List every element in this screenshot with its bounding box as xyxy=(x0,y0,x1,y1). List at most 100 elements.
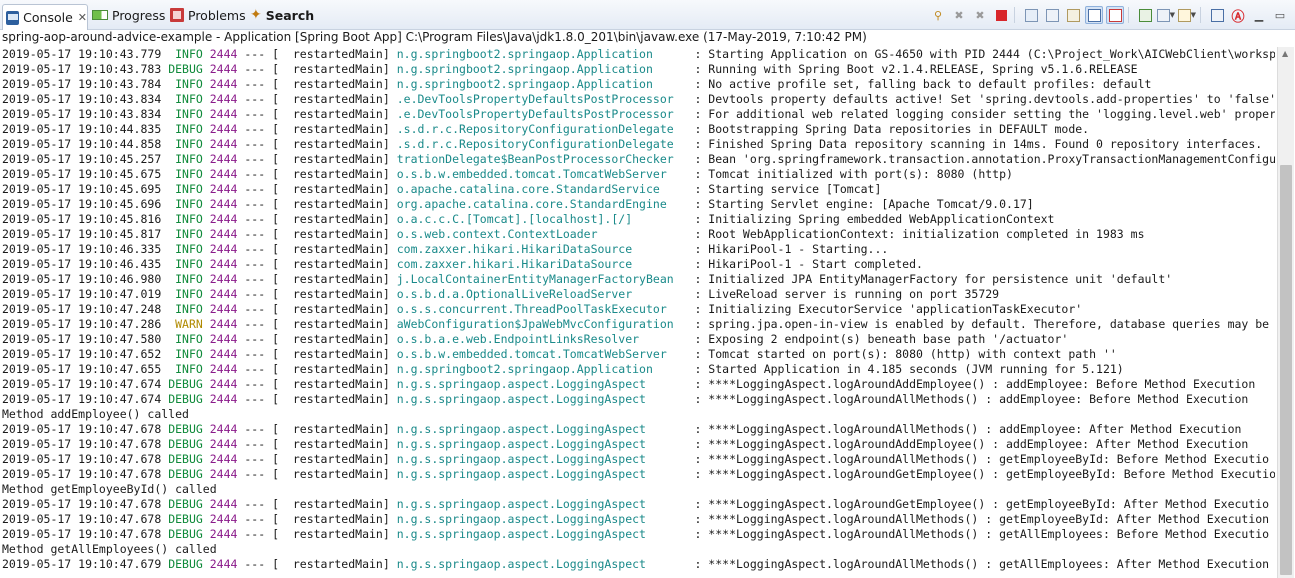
log-pid: 2444 xyxy=(209,437,238,451)
log-thread: restartedMain] xyxy=(279,122,390,136)
show-stderr-icon[interactable] xyxy=(1106,6,1124,24)
log-logger: .s.d.r.c.RepositoryConfigurationDelegate xyxy=(396,122,688,136)
maximize-icon[interactable]: ▭ xyxy=(1271,6,1289,24)
log-level: DEBUG xyxy=(168,62,203,76)
toolbar-separator xyxy=(1128,7,1129,23)
log-message: : Starting service [Tomcat] xyxy=(694,182,882,196)
scroll-lock-icon[interactable] xyxy=(1043,6,1061,24)
log-thread: restartedMain] xyxy=(279,272,390,286)
log-message: : ****LoggingAspect.logAroundGetEmployee… xyxy=(694,467,1275,481)
log-timestamp: 2019-05-17 19:10:45.696 xyxy=(2,197,162,211)
log-pid: 2444 xyxy=(209,227,238,241)
log-logger: .e.DevToolsPropertyDefaultsPostProcessor xyxy=(396,107,688,121)
launch-config-icon[interactable]: Ⓐ xyxy=(1229,6,1247,25)
log-logger: o.s.b.w.embedded.tomcat.TomcatWebServer xyxy=(396,347,688,361)
scrollbar-thumb[interactable] xyxy=(1280,165,1292,575)
log-line: 2019-05-17 19:10:47.678 DEBUG 2444 --- [… xyxy=(2,497,1270,511)
log-message: : No active profile set, falling back to… xyxy=(694,77,1152,91)
clear-console-icon[interactable] xyxy=(1022,6,1040,24)
tab-problems-label: Problems xyxy=(188,7,246,23)
log-message: : Exposing 2 endpoint(s) beneath base pa… xyxy=(694,332,1069,346)
log-level: DEBUG xyxy=(168,557,203,571)
log-level: INFO xyxy=(168,107,203,121)
console-icon xyxy=(6,10,20,25)
log-logger: n.g.s.springaop.aspect.LoggingAspect xyxy=(396,497,688,511)
log-line: 2019-05-17 19:10:47.678 DEBUG 2444 --- [… xyxy=(2,452,1270,466)
log-message: : ****LoggingAspect.logAroundAllMethods(… xyxy=(694,452,1270,466)
log-thread: restartedMain] xyxy=(279,392,390,406)
log-logger: o.s.b.d.a.OptionalLiveReloadServer xyxy=(396,287,688,301)
log-thread: restartedMain] xyxy=(279,212,390,226)
log-logger: n.g.s.springaop.aspect.LoggingAspect xyxy=(396,467,688,481)
toolbar-separator xyxy=(1200,7,1201,23)
log-thread: restartedMain] xyxy=(279,527,390,541)
remove-launch-icon[interactable]: ✖ xyxy=(950,6,968,24)
log-line: 2019-05-17 19:10:47.674 DEBUG 2444 --- [… xyxy=(2,377,1256,391)
log-thread: restartedMain] xyxy=(279,77,390,91)
tab-progress[interactable]: Progress xyxy=(92,4,165,26)
log-thread: restartedMain] xyxy=(279,167,390,181)
log-line: 2019-05-17 19:10:47.655 INFO 2444 --- [ … xyxy=(2,362,1124,376)
log-line: 2019-05-17 19:10:44.835 INFO 2444 --- [ … xyxy=(2,122,1090,136)
console-output[interactable]: 2019-05-17 19:10:43.779 INFO 2444 --- [ … xyxy=(2,47,1275,578)
log-message: : LiveReload server is running on port 3… xyxy=(694,287,1000,301)
log-message: : ****LoggingAspect.logAroundAddEmployee… xyxy=(694,377,1256,391)
display-selected-icon[interactable] xyxy=(1136,6,1154,24)
log-level: DEBUG xyxy=(168,467,203,481)
log-message: : spring.jpa.open-in-view is enabled by … xyxy=(694,317,1270,331)
log-pid: 2444 xyxy=(209,77,238,91)
log-plain-text: Method addEmployee() called xyxy=(2,407,189,421)
log-logger: n.g.s.springaop.aspect.LoggingAspect xyxy=(396,527,688,541)
log-level: INFO xyxy=(168,347,203,361)
minimize-icon[interactable]: ▁ xyxy=(1250,6,1268,24)
log-pid: 2444 xyxy=(209,137,238,151)
close-icon[interactable]: ✕ xyxy=(78,11,87,24)
tab-console[interactable]: Console ✕ xyxy=(2,4,88,30)
remove-all-icon[interactable]: ✖ xyxy=(971,6,989,24)
tab-search[interactable]: ✦ Search xyxy=(250,4,314,26)
log-line: 2019-05-17 19:10:47.678 DEBUG 2444 --- [… xyxy=(2,422,1242,436)
log-thread: restartedMain] xyxy=(279,242,390,256)
toolbar-separator xyxy=(1014,7,1015,23)
log-level: DEBUG xyxy=(168,497,203,511)
log-pid: 2444 xyxy=(209,362,238,376)
pin-icon[interactable]: ⚲ xyxy=(929,6,947,24)
new-console-icon[interactable]: ▼ xyxy=(1178,6,1196,24)
log-pid: 2444 xyxy=(209,287,238,301)
log-message: : Tomcat initialized with port(s): 8080 … xyxy=(694,167,1013,181)
log-level: INFO xyxy=(168,122,203,136)
terminate-icon[interactable] xyxy=(992,6,1010,24)
log-timestamp: 2019-05-17 19:10:47.678 xyxy=(2,422,162,436)
vertical-scrollbar[interactable]: ▲ xyxy=(1277,47,1294,578)
log-thread: restartedMain] xyxy=(279,197,390,211)
log-logger: org.apache.catalina.core.StandardEngine xyxy=(396,197,688,211)
log-pid: 2444 xyxy=(209,497,238,511)
log-timestamp: 2019-05-17 19:10:47.678 xyxy=(2,437,162,451)
scroll-up-icon[interactable]: ▲ xyxy=(1282,49,1288,58)
open-console-icon[interactable]: ▼ xyxy=(1157,6,1175,24)
log-thread: restartedMain] xyxy=(279,302,390,316)
log-logger: o.s.b.w.embedded.tomcat.TomcatWebServer xyxy=(396,167,688,181)
show-stdout-icon[interactable] xyxy=(1085,6,1103,24)
log-line: 2019-05-17 19:10:43.784 INFO 2444 --- [ … xyxy=(2,77,1152,91)
log-logger: n.g.s.springaop.aspect.LoggingAspect xyxy=(396,452,688,466)
log-thread: restartedMain] xyxy=(279,287,390,301)
log-timestamp: 2019-05-17 19:10:45.816 xyxy=(2,212,162,226)
view-menu-icon[interactable] xyxy=(1208,6,1226,24)
console-toolbar: ⚲ ✖ ✖ ▼ ▼ Ⓐ ▁ ▭ xyxy=(926,5,1289,25)
log-pid: 2444 xyxy=(209,257,238,271)
log-level: INFO xyxy=(168,77,203,91)
log-timestamp: 2019-05-17 19:10:46.335 xyxy=(2,242,162,256)
log-thread: restartedMain] xyxy=(279,512,390,526)
log-message: : For additional web related logging con… xyxy=(694,107,1275,121)
log-pid: 2444 xyxy=(209,122,238,136)
log-level: INFO xyxy=(168,287,203,301)
log-thread: restartedMain] xyxy=(279,137,390,151)
tab-problems[interactable]: Problems xyxy=(170,4,246,26)
log-line: 2019-05-17 19:10:43.834 INFO 2444 --- [ … xyxy=(2,107,1275,121)
console-launch-title: spring-aop-around-advice-example - Appli… xyxy=(2,30,867,44)
word-wrap-icon[interactable] xyxy=(1064,6,1082,24)
log-pid: 2444 xyxy=(209,512,238,526)
log-level: INFO xyxy=(168,182,203,196)
log-line: 2019-05-17 19:10:44.858 INFO 2444 --- [ … xyxy=(2,137,1263,151)
